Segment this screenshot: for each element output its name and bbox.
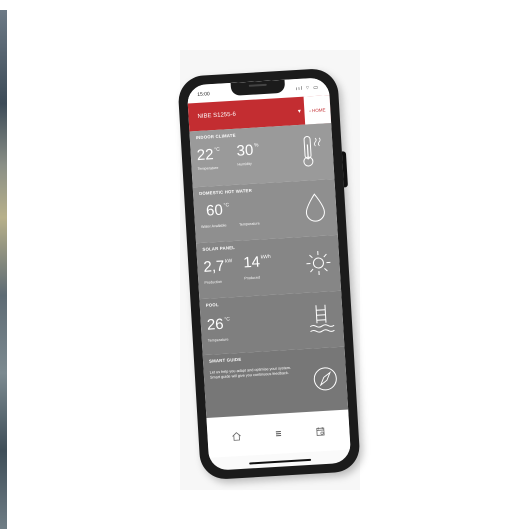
- phone-frame: 15:00 ııl ⌔ ▭ NIBE S1255-6 ▾ ‹ HOME INDO…: [177, 67, 361, 481]
- status-time: 15:00: [197, 91, 210, 98]
- speaker: [248, 83, 267, 87]
- thermometer-icon: [303, 136, 321, 167]
- section-title: SMART GUIDE: [208, 356, 242, 364]
- hot-water-card[interactable]: DOMESTIC HOT WATER 60°C Water Available …: [192, 178, 338, 244]
- indoor-climate-card[interactable]: INDOOR CLIMATE 22°C Temperature 30% Humi…: [189, 123, 335, 188]
- solar-produced-value: 14kWh: [242, 253, 271, 272]
- background-edge: [0, 10, 7, 529]
- pool-temp-value: 26°C: [206, 315, 231, 334]
- pool-card[interactable]: POOL 26°C Temperature: [199, 290, 345, 356]
- status-icons: ııl ⌔ ▭: [295, 84, 320, 93]
- water-drop-icon: [305, 193, 325, 222]
- smart-guide-card[interactable]: SMART GUIDE Let us help you adapt and op…: [202, 346, 349, 418]
- solar-panel-card[interactable]: SOLAR PANEL 2,7kW Production 14kWh Produ…: [196, 234, 342, 300]
- nav-calendar[interactable]: [313, 424, 328, 439]
- menu-icon: [275, 431, 282, 437]
- solar-production-caption: Production: [204, 279, 223, 285]
- solar-produced-caption: Produced: [244, 275, 261, 281]
- hot-water-caption-2: Temperature: [238, 221, 260, 227]
- indoor-temp-caption: Temperature: [197, 165, 219, 172]
- home-link[interactable]: ‹ HOME: [303, 95, 332, 125]
- section-title: DOMESTIC HOT WATER: [198, 187, 253, 196]
- nav-home[interactable]: [229, 429, 244, 444]
- section-title: SOLAR PANEL: [202, 244, 236, 252]
- smart-guide-text: Let us help you adapt and optimise your …: [209, 365, 292, 380]
- compass-icon: [313, 367, 337, 391]
- sun-icon: [306, 251, 331, 276]
- bottom-nav: [206, 409, 351, 458]
- pool-ladder-icon: [309, 304, 335, 333]
- humidity-value: 30%: [236, 141, 259, 160]
- section-title: INDOOR CLIMATE: [195, 132, 236, 141]
- hot-water-temp-value: 60°C: [205, 201, 230, 220]
- section-title: POOL: [205, 302, 219, 308]
- chevron-down-icon[interactable]: ▾: [294, 107, 304, 115]
- phone-screen: 15:00 ııl ⌔ ▭ NIBE S1255-6 ▾ ‹ HOME INDO…: [186, 77, 352, 471]
- calendar-icon: [316, 427, 325, 436]
- nav-menu[interactable]: [271, 426, 286, 441]
- device-selector[interactable]: NIBE S1255-6: [197, 108, 294, 120]
- home-icon: [232, 432, 241, 441]
- home-indicator[interactable]: [249, 458, 312, 465]
- pool-temp-caption: Temperature: [207, 337, 229, 343]
- hot-water-caption-1: Water Available: [200, 223, 227, 229]
- solar-production-value: 2,7kW: [202, 257, 233, 276]
- humidity-caption: Humidity: [237, 161, 252, 167]
- indoor-temp-value: 22°C: [196, 146, 221, 165]
